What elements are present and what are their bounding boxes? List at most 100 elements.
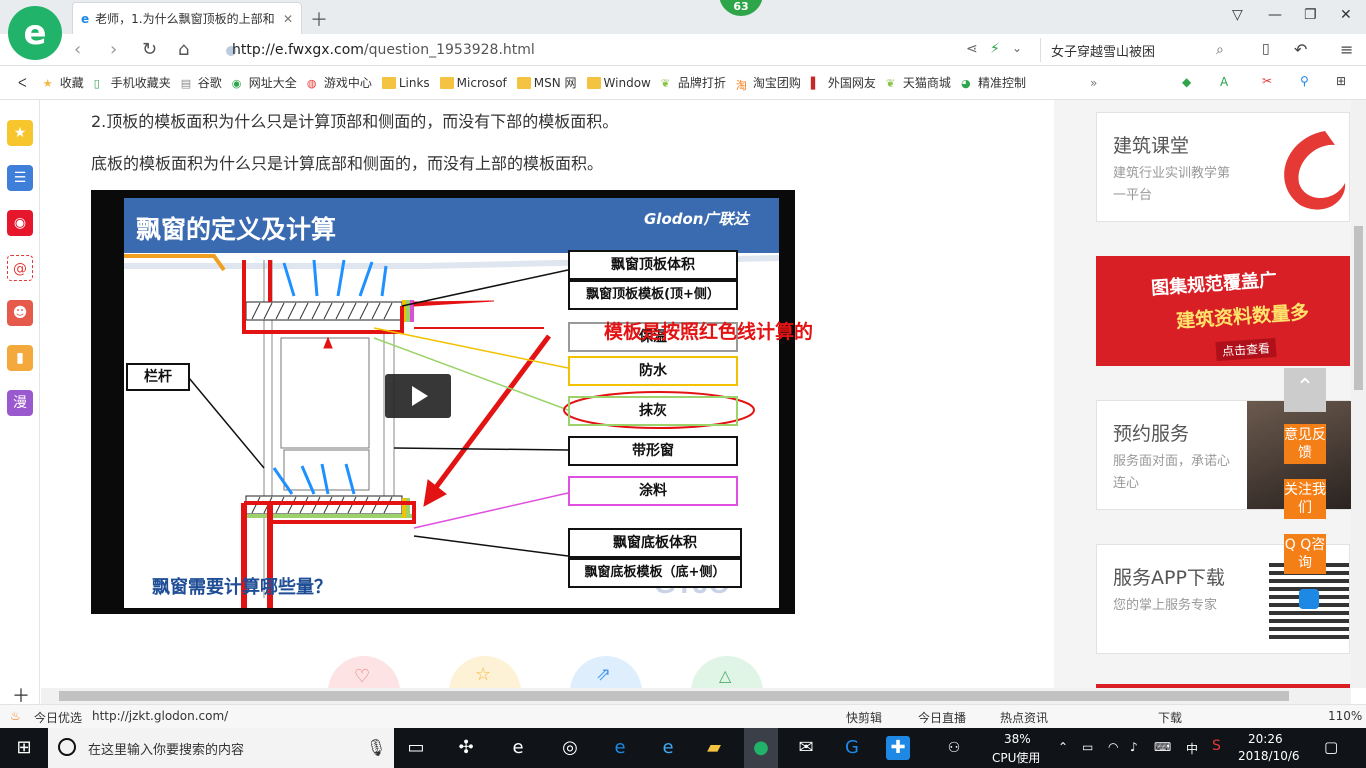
favorites-icon[interactable]: ★ xyxy=(7,120,33,146)
forward-icon[interactable]: › xyxy=(110,39,117,60)
apps-icon[interactable]: ⊞ xyxy=(1336,74,1346,88)
sidebar-toggle-icon[interactable]: ᐸ xyxy=(18,76,27,90)
wifi-icon[interactable]: ◠ xyxy=(1108,740,1118,754)
keyboard-icon[interactable]: ⌨ xyxy=(1154,740,1171,754)
search-input[interactable]: 女子穿越雪山被困 xyxy=(1040,38,1242,62)
bookmark-item[interactable]: 淘淘宝团购 xyxy=(736,74,801,92)
scroll-thumb[interactable] xyxy=(1354,226,1363,390)
bookmark-item[interactable]: ★ 收藏 xyxy=(43,74,84,91)
volume-icon[interactable]: ♪ xyxy=(1130,740,1138,754)
bookmark-item[interactable]: ◍ 游戏中心 xyxy=(307,74,372,91)
glodon-app-icon[interactable]: G xyxy=(840,736,864,760)
today-live[interactable]: 今日直播 xyxy=(918,709,966,726)
back-to-top-button[interactable]: ⌃ xyxy=(1284,368,1326,412)
phone-icon[interactable]: ▯ xyxy=(1262,41,1270,57)
ie-icon[interactable]: e xyxy=(656,736,680,760)
mail-icon[interactable]: @ xyxy=(7,255,33,281)
today-picks[interactable]: 今日优选 xyxy=(34,709,82,726)
skin-icon[interactable]: ▽ xyxy=(1232,7,1243,23)
menu-icon[interactable]: ≡ xyxy=(1340,40,1353,59)
bookmark-item[interactable]: ❦ 天猫商城 xyxy=(886,74,951,91)
horizontal-scrollbar[interactable] xyxy=(41,688,1351,704)
comic-icon[interactable]: 漫 xyxy=(7,390,33,416)
tab-active[interactable]: e 老师，1.为什么飘窗顶板的上部和 ✕ xyxy=(72,2,302,34)
book-icon[interactable]: ▮ xyxy=(7,345,33,371)
search-icon[interactable]: ⌕ xyxy=(1216,42,1224,58)
feedback-button[interactable]: 意见反馈 xyxy=(1284,424,1326,464)
ad-card-classroom[interactable]: 建筑课堂 建筑行业实训教学第一平台 xyxy=(1096,112,1350,222)
scroll-thumb[interactable] xyxy=(59,691,1289,701)
bookmark-item[interactable]: Window xyxy=(586,74,651,91)
active-browser-icon[interactable]: ● xyxy=(744,728,778,768)
ad-card-atlas[interactable]: 图集规范覆盖广 建筑资料数量多 点击查看 xyxy=(1096,256,1350,366)
home-icon[interactable]: ⌂ xyxy=(178,39,189,60)
restore-icon[interactable]: ❐ xyxy=(1304,7,1317,23)
scissors-icon[interactable]: ✂ xyxy=(1262,74,1272,88)
mic-icon[interactable]: 🎙 xyxy=(366,738,386,757)
notification-badge[interactable]: 63 xyxy=(719,0,763,16)
translate-icon[interactable]: A xyxy=(1220,75,1228,89)
undo-icon[interactable]: ↶ xyxy=(1294,40,1307,59)
bookmark-item[interactable]: Links xyxy=(381,74,430,91)
minimize-icon[interactable]: — xyxy=(1268,7,1282,23)
weibo-icon[interactable]: ◉ xyxy=(7,210,33,236)
hot-news[interactable]: 热点资讯 xyxy=(1000,709,1048,726)
windows-start-icon[interactable]: ⊞ xyxy=(12,736,36,760)
zoom-level[interactable]: 110% xyxy=(1328,709,1362,723)
bookmark-item[interactable]: MSN 网 xyxy=(516,74,577,91)
app-icon[interactable]: ◎ xyxy=(558,736,582,760)
qq-consult-button[interactable]: Q Q咨询 xyxy=(1284,534,1326,574)
tray-up-icon[interactable]: ⌃ xyxy=(1058,740,1068,754)
mail-icon[interactable]: ✉ xyxy=(794,736,818,760)
share-button[interactable]: ⇗ xyxy=(570,656,642,688)
close-window-icon[interactable]: ✕ xyxy=(1340,7,1352,23)
clock-date[interactable]: 2018/10/6 xyxy=(1238,749,1300,763)
battery-icon[interactable]: ▭ xyxy=(1082,740,1093,754)
chevron-down-icon[interactable]: ⌄ xyxy=(1012,41,1022,55)
refresh-icon[interactable]: ↻ xyxy=(142,39,157,60)
bookmark-item[interactable]: ▤ 谷歌 xyxy=(181,74,222,91)
bookmark-item[interactable]: ▯ 手机收藏夹 xyxy=(94,74,171,91)
people-icon[interactable]: ⚇ xyxy=(942,736,966,760)
quick-clip[interactable]: 快剪辑 xyxy=(846,709,882,726)
browser-logo[interactable]: e xyxy=(8,6,62,60)
ime-indicator[interactable]: 中 xyxy=(1186,740,1198,757)
feed-icon[interactable]: ☰ xyxy=(7,165,33,191)
back-icon[interactable]: ‹ xyxy=(74,39,81,60)
file-explorer-icon[interactable]: ▰ xyxy=(702,736,726,760)
main-content: 2.顶板的模板面积为什么只是计算顶部和侧面的，而没有下部的模板面积。 底板的模板… xyxy=(41,100,1053,688)
more-bookmarks-icon[interactable]: » xyxy=(1090,76,1097,90)
fan-app-icon[interactable]: ✣ xyxy=(454,736,478,760)
video-player[interactable]: 飘窗的定义及计算 Glodon广联达 飘窗顶板体积 飘窗顶板模板(顶+侧） 保温… xyxy=(91,190,813,614)
play-button[interactable] xyxy=(385,374,451,418)
shield-icon[interactable]: ◆ xyxy=(1182,75,1191,89)
sogou-icon[interactable]: S xyxy=(1212,738,1221,754)
taskbar-search[interactable]: 在这里输入你要搜索的内容 🎙 xyxy=(48,728,394,768)
favorite-button[interactable]: ☆ xyxy=(449,656,521,688)
ad-cta-button[interactable]: 点击查看 xyxy=(1215,337,1277,362)
gift-icon[interactable]: ♨ xyxy=(10,709,21,723)
clock-time[interactable]: 20:26 xyxy=(1248,732,1283,746)
like-button[interactable]: ♡ xyxy=(328,656,400,688)
bookmark-item[interactable]: ◉ 网址大全 xyxy=(232,74,297,91)
magnifier-icon[interactable]: ⚲ xyxy=(1300,74,1309,88)
download[interactable]: 下载 xyxy=(1158,709,1182,726)
bookmark-item[interactable]: ❦ 品牌打折 xyxy=(661,74,726,91)
bookmark-item[interactable]: Microsof xyxy=(439,74,507,91)
bookmark-item[interactable]: ◕ 精准控制 xyxy=(961,74,1026,91)
follow-button[interactable]: 关注我们 xyxy=(1284,479,1326,519)
share-icon[interactable]: ⋖ xyxy=(966,41,978,57)
e-browser-icon[interactable]: e xyxy=(506,736,530,760)
bookmark-item[interactable]: ▌ 外国网友 xyxy=(811,74,876,91)
close-icon[interactable]: ✕ xyxy=(283,12,293,26)
url-field[interactable]: http://e.fwxgx.com/question_1953928.html xyxy=(232,42,535,58)
game-icon[interactable]: ☻ xyxy=(7,300,33,326)
task-view-icon[interactable]: ▭ xyxy=(404,736,428,760)
report-button[interactable]: △ xyxy=(691,656,763,688)
dingtalk-icon[interactable]: ✚ xyxy=(886,736,910,760)
vertical-scrollbar[interactable] xyxy=(1351,100,1366,688)
notification-icon[interactable]: ▢ xyxy=(1324,738,1338,756)
new-tab-button[interactable]: ＋ xyxy=(310,6,328,32)
edge-icon[interactable]: e xyxy=(608,736,632,760)
lightning-icon[interactable]: ⚡ xyxy=(990,41,1000,57)
